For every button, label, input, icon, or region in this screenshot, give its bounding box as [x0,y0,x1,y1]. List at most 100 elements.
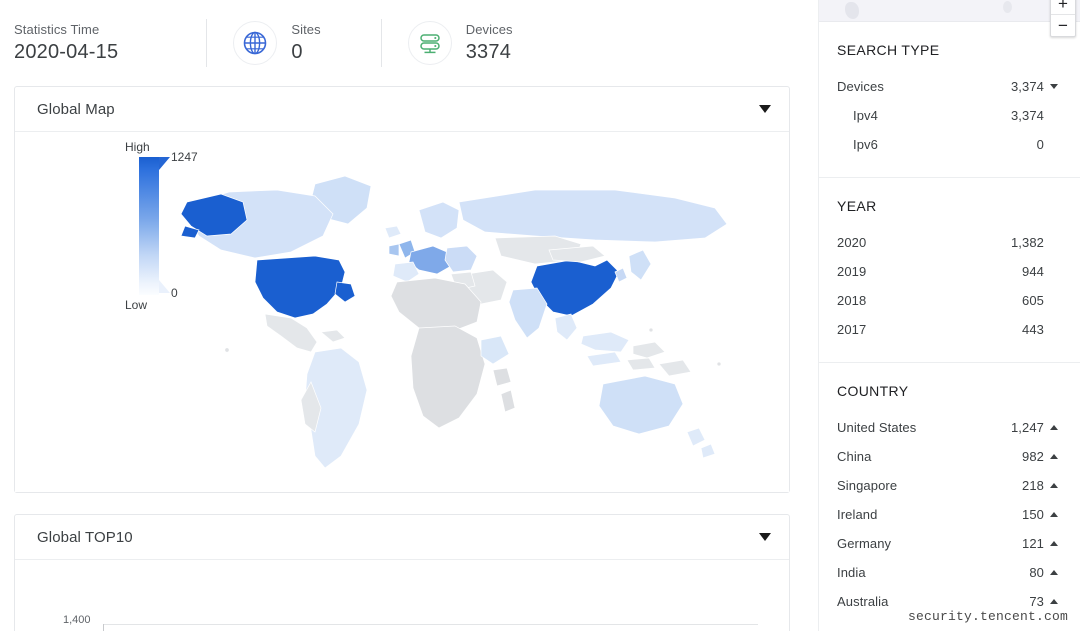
filter-row-value-group: 1,382 [1011,235,1058,250]
filter-row-value: 3,374 [1010,79,1044,94]
global-map-card: Global Map High 1247 0 Low [14,86,790,493]
devices-label: Devices [465,22,513,37]
caret-up-icon[interactable] [1050,570,1058,575]
caret-down-icon[interactable] [1050,84,1058,89]
filter-row[interactable]: 2019 944 [837,257,1058,286]
filter-row-value: 150 [1022,507,1044,522]
filter-row[interactable]: United States 1,247 [837,413,1058,442]
filter-row[interactable]: 2017 443 [837,315,1058,344]
global-map-title: Global Map [37,100,115,118]
legend-low-label: Low [125,298,148,312]
legend-bottom-marker [159,280,170,293]
statistics-time-value: 2020-04-15 [14,41,119,63]
map-peek-landmass [845,2,859,19]
global-map-header: Global Map [15,87,789,132]
filter-row[interactable]: China 982 [837,442,1058,471]
caret-up-icon[interactable] [1050,425,1058,430]
filter-row-label: Devices [837,79,884,94]
chart-y-axis-tick-label: 1,400 [63,614,91,626]
summary-divider-2 [380,19,382,67]
map-peek-landmass-2 [1003,1,1012,13]
filter-row[interactable]: Germany 121 [837,529,1058,558]
filter-row-label: 2020 [837,235,867,250]
chart-gridline [103,624,758,625]
filter-row-value-group: 3,374 [1011,79,1058,94]
filter-row-value: 605 [1022,293,1044,308]
filter-row-label: India [837,565,866,580]
filter-row-value: 218 [1022,478,1044,493]
sites-value: 0 [291,41,303,63]
map-legend: High 1247 0 Low [125,140,215,312]
filter-row-label: China [837,449,872,464]
filter-row-label: United States [837,420,917,435]
filter-row-label: Ireland [837,507,878,522]
filter-row-value-group: 1,247 [1011,420,1058,435]
filter-row-value-group: 0 [1037,137,1058,152]
filter-sections: SEARCH TYPE Devices 3,374 Ipv4 3,374 Ipv6 0 YEA… [819,22,1080,631]
global-top10-header: Global TOP10 [15,515,789,560]
statistics-time-item: Statistics Time 2020-04-15 [14,15,118,71]
filter-section-title: YEAR [837,198,877,214]
caret-up-icon[interactable] [1050,512,1058,517]
filter-row-label: Germany [837,536,892,551]
filter-row[interactable]: Ipv4 3,374 [837,101,1058,130]
globe-icon [233,21,278,65]
filter-row-value: 80 [1029,565,1044,580]
filter-section-title: SEARCH TYPE [837,42,940,58]
map-zoom-controls[interactable]: + − [1050,0,1076,37]
filter-row-value-group: 73 [1029,594,1058,609]
filter-row[interactable]: Devices 3,374 [837,72,1058,101]
world-map[interactable]: High 1247 0 Low [15,132,789,492]
filter-row-value: 982 [1022,449,1044,464]
filter-row[interactable]: Ireland 150 [837,500,1058,529]
filter-row-value-group: 218 [1022,478,1058,493]
filter-row-value-group: 605 [1022,293,1058,308]
filter-row-label: 2017 [837,322,867,337]
filter-row[interactable]: Ipv6 0 [837,130,1058,159]
global-top10-title: Global TOP10 [37,528,133,546]
filter-row-value-group: 944 [1022,264,1058,279]
filter-row-value: 944 [1022,264,1044,279]
filter-row-value: 121 [1022,536,1044,551]
sites-item[interactable]: Sites 0 [233,15,321,71]
filter-row-value: 73 [1029,594,1044,609]
filter-row-value: 0 [1036,137,1044,152]
app-root: Statistics Time 2020-04-15 Sites 0 Devic… [0,0,1080,631]
devices-item[interactable]: Devices 3374 [407,15,513,71]
filter-row-value: 1,247 [1010,420,1044,435]
zoom-in-button[interactable]: + [1051,0,1075,14]
devices-value: 3374 [465,41,512,63]
filter-row-value-group: 982 [1022,449,1058,464]
filter-row-value: 3,374 [1010,108,1044,123]
filter-section: COUNTRY United States 1,247 China 982 Singapo… [819,362,1080,631]
filter-row[interactable]: India 80 [837,558,1058,587]
filter-row-label: Australia [837,594,889,609]
caret-up-icon[interactable] [1050,483,1058,488]
filter-row-value-group: 3,374 [1011,108,1058,123]
filter-row-value-group: 121 [1022,536,1058,551]
caret-up-icon[interactable] [1050,454,1058,459]
summary-bar: Statistics Time 2020-04-15 Sites 0 Devic… [0,0,818,86]
filter-row-value-group: 80 [1029,565,1058,580]
map-peek-strip: + − [819,0,1080,37]
filter-row-value-group: 443 [1022,322,1058,337]
filter-row[interactable]: 2018 605 [837,286,1058,315]
legend-top-marker [159,157,170,170]
filter-row[interactable]: 2020 1,382 [837,228,1058,257]
zoom-out-button[interactable]: − [1051,14,1075,36]
caret-down-icon[interactable] [759,105,771,113]
legend-min-value: 0 [171,286,178,300]
caret-up-icon[interactable] [1050,599,1058,604]
sites-label: Sites [291,22,321,37]
filter-row-label: Ipv6 [853,137,878,152]
filter-section-title: COUNTRY [837,383,909,399]
caret-down-icon[interactable] [759,533,771,541]
legend-max-value: 1247 [171,150,198,164]
filter-row[interactable]: Australia 73 [837,587,1058,616]
filter-row-label: Ipv4 [853,108,878,123]
filter-row-value: 1,382 [1010,235,1044,250]
global-top10-card: Global TOP10 1,400 [14,514,790,631]
filter-row[interactable]: Singapore 218 [837,471,1058,500]
filter-row-value-group: 150 [1022,507,1058,522]
caret-up-icon[interactable] [1050,541,1058,546]
